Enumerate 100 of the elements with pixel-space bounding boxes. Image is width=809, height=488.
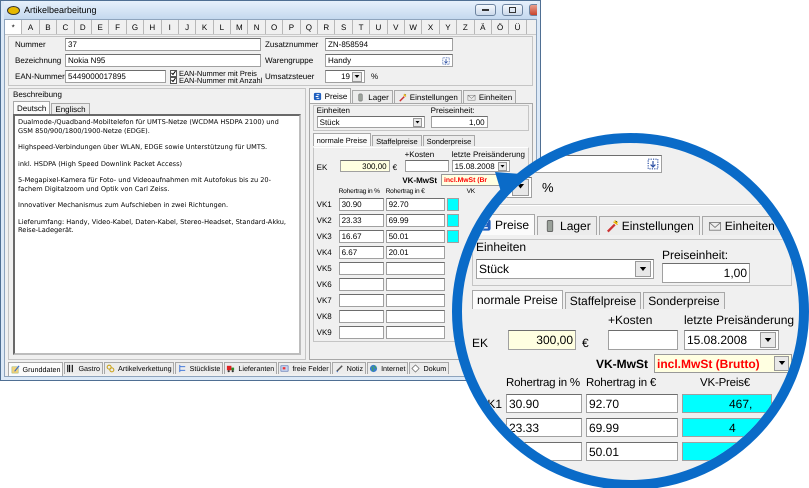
margin-amount-field[interactable]: 20.01 xyxy=(386,246,445,259)
panel-tab[interactable]: Einstellungen xyxy=(394,90,462,103)
panel-tab[interactable]: Einheiten xyxy=(702,216,781,235)
tax-rate-select[interactable]: 19 xyxy=(325,70,365,83)
panel-tab[interactable]: Lager xyxy=(537,216,597,235)
field-label: Einheiten xyxy=(316,106,351,115)
letter-tab[interactable]: B xyxy=(40,20,58,34)
name-field[interactable]: Nokia N95 xyxy=(65,54,261,67)
letter-tab[interactable]: Ü xyxy=(509,20,527,34)
sale-price-field[interactable]: 467, xyxy=(682,394,772,413)
letter-tab[interactable]: S xyxy=(335,20,353,34)
letter-tab[interactable]: Ö xyxy=(492,20,510,34)
margin-amount-field[interactable] xyxy=(386,262,445,275)
margin-amount-field[interactable] xyxy=(386,310,445,323)
letter-tab[interactable]: L xyxy=(214,20,232,34)
letter-tab[interactable]: R xyxy=(318,20,336,34)
letter-tab[interactable]: C xyxy=(57,20,75,34)
letter-tab[interactable]: Ä xyxy=(474,20,492,34)
lookup-icon xyxy=(442,56,450,64)
margin-amount-field[interactable] xyxy=(386,294,445,307)
panel-tab[interactable]: Preise xyxy=(308,88,352,103)
notepad-icon xyxy=(10,365,20,374)
margin-amount-field[interactable]: 69.99 xyxy=(586,418,678,437)
cylinder-icon xyxy=(356,92,366,102)
letter-tab[interactable]: H xyxy=(144,20,162,34)
units-select[interactable]: Stück xyxy=(476,259,654,279)
letter-tab[interactable]: A xyxy=(22,20,40,34)
ek-field[interactable]: 300,00 xyxy=(508,330,576,350)
margin-percent-field[interactable] xyxy=(338,310,384,323)
date-field[interactable]: 15.08.2008 xyxy=(452,160,510,172)
margin-amount-field[interactable]: 92.70 xyxy=(586,394,678,413)
price-tab[interactable]: Staffelpreise xyxy=(564,292,642,309)
margin-percent-field[interactable] xyxy=(338,326,384,339)
caret-icon xyxy=(764,338,772,342)
price-tab[interactable]: Sonderpreise xyxy=(643,292,725,309)
letter-tab[interactable]: E xyxy=(92,20,110,34)
letter-tab[interactable]: Y xyxy=(440,20,458,34)
margin-amount-field[interactable]: 50.01 xyxy=(386,230,445,243)
margin-percent-field[interactable] xyxy=(338,262,384,275)
price-tab[interactable]: normale Preise xyxy=(472,290,563,309)
ean-field[interactable]: 5449000017895 xyxy=(65,70,166,83)
margin-percent-field[interactable]: 30.90 xyxy=(338,198,384,211)
language-tab[interactable]: Deutsch xyxy=(13,101,50,114)
sale-price-field[interactable] xyxy=(446,214,459,227)
letter-tab[interactable]: W xyxy=(404,20,422,34)
language-tab[interactable]: Englisch xyxy=(51,103,90,114)
margin-amount-field[interactable] xyxy=(386,326,445,339)
maximize-button[interactable] xyxy=(502,4,523,16)
letter-tab[interactable]: U xyxy=(370,20,388,34)
panel-tab[interactable]: Einstellungen xyxy=(598,216,700,235)
letter-tab[interactable]: P xyxy=(283,20,301,34)
ek-field[interactable]: 300,00 xyxy=(340,160,390,172)
panel-tab[interactable]: Einheiten xyxy=(462,90,516,103)
letter-tab[interactable]: Z xyxy=(457,20,475,34)
units-select[interactable]: Stück xyxy=(316,116,425,128)
margin-percent-field[interactable] xyxy=(338,294,384,307)
sale-price-field[interactable] xyxy=(446,230,459,243)
margin-percent-field[interactable]: 6.67 xyxy=(338,246,384,259)
caret-icon xyxy=(639,266,647,272)
letter-tab[interactable]: G xyxy=(126,20,144,34)
close-button[interactable] xyxy=(529,4,537,16)
letter-tab[interactable]: Q xyxy=(300,20,318,34)
number-field[interactable]: 37 xyxy=(65,38,261,51)
letter-tab[interactable]: J xyxy=(178,20,196,34)
price-unit-field[interactable]: 1,00 xyxy=(430,116,488,128)
field-label: Nummer xyxy=(15,40,47,49)
costs-field[interactable] xyxy=(608,330,678,350)
letter-tab[interactable]: O xyxy=(266,20,284,34)
currency-label: € xyxy=(392,163,398,172)
letter-tab[interactable]: K xyxy=(196,20,214,34)
letter-tab[interactable]: I xyxy=(162,20,179,34)
margin-amount-field[interactable]: 92.70 xyxy=(386,198,445,211)
tax-select[interactable]: incl.MwSt (Brutto) xyxy=(654,354,792,373)
minimize-button[interactable] xyxy=(475,4,496,16)
letter-tab[interactable]: T xyxy=(352,20,370,34)
letter-tab[interactable]: V xyxy=(388,20,405,34)
panel-tab[interactable]: Lager xyxy=(352,90,393,103)
letter-tab[interactable]: X xyxy=(422,20,440,34)
extra-number-field[interactable]: ZN-858594 xyxy=(325,38,453,51)
column-header: Rohertrag in % xyxy=(506,377,581,389)
letter-tab[interactable]: M xyxy=(231,20,248,34)
costs-field[interactable] xyxy=(404,160,449,172)
margin-amount-field[interactable]: 69.99 xyxy=(386,214,445,227)
margin-amount-field[interactable] xyxy=(386,278,445,291)
category-field[interactable]: Handy xyxy=(325,54,453,67)
margin-percent-field[interactable] xyxy=(338,278,384,291)
margin-percent-field[interactable]: 23.33 xyxy=(506,418,582,437)
minimize-icon xyxy=(482,8,489,12)
sale-price-field[interactable] xyxy=(446,198,459,211)
date-field[interactable]: 15.08.2008 xyxy=(684,330,779,350)
margin-percent-field[interactable]: 16.67 xyxy=(338,230,384,243)
price-unit-field[interactable]: 1,00 xyxy=(662,263,750,283)
margin-percent-field[interactable]: 30.90 xyxy=(506,394,582,413)
letter-tab[interactable]: N xyxy=(248,20,266,34)
margin-amount-field[interactable]: 50.01 xyxy=(586,442,678,461)
margin-percent-field[interactable]: 23.33 xyxy=(338,214,384,227)
checkbox[interactable] xyxy=(170,70,177,76)
letter-tab[interactable]: D xyxy=(74,20,92,34)
letter-tab[interactable]: F xyxy=(109,20,127,34)
letter-tab[interactable]: * xyxy=(5,20,22,34)
